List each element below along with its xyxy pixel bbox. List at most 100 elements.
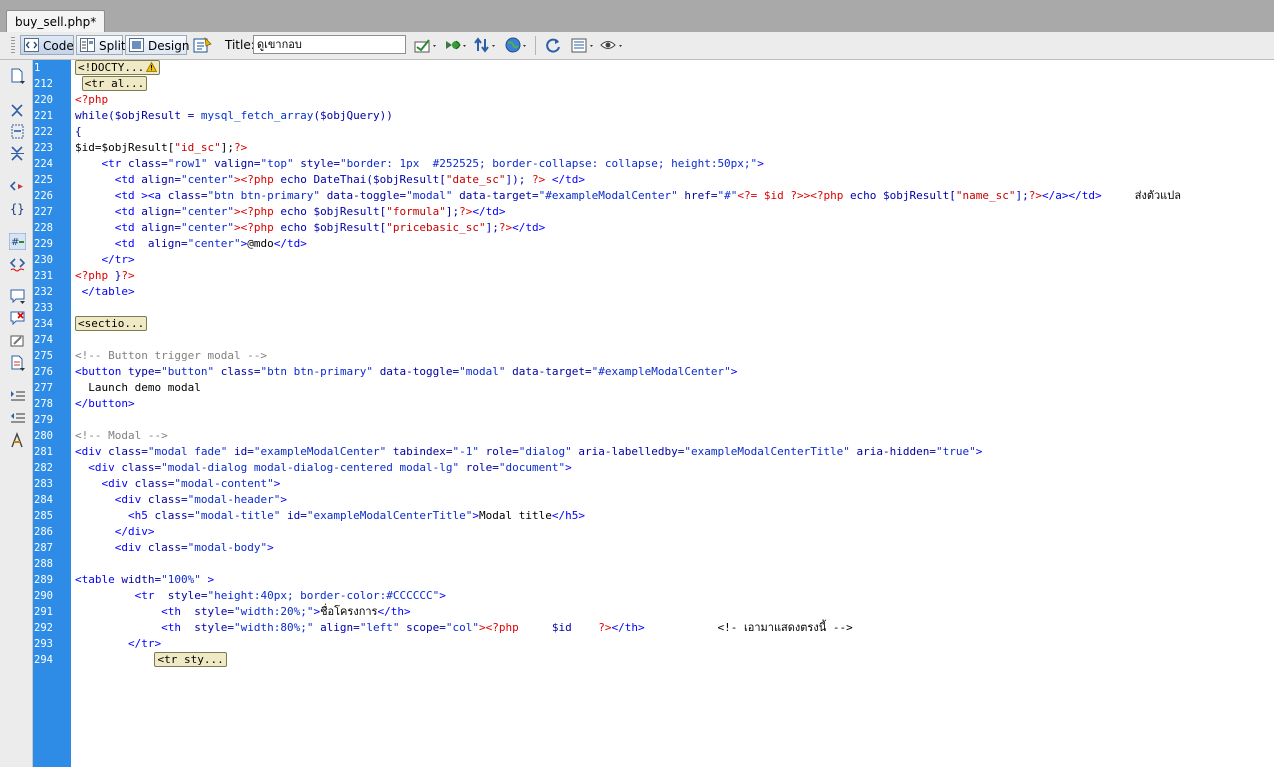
code-token: class= [134, 477, 175, 490]
code-token: style= [300, 157, 340, 170]
code-token: </td> [472, 205, 506, 218]
code-view-button[interactable]: Code [20, 35, 74, 55]
code-line-230: </tr> [75, 252, 134, 268]
title-input[interactable]: ดูเขากอบ [253, 35, 406, 54]
apply-comment-icon[interactable] [9, 288, 26, 305]
code-token: <!-- Modal --> [75, 429, 168, 442]
code-token: valign= [214, 157, 261, 170]
balance-braces-icon[interactable]: {} [9, 200, 26, 217]
code-token: mysql_fetch_array [200, 109, 314, 122]
line-number: 1 [34, 62, 41, 74]
title-label: Title: [225, 38, 255, 52]
code-token: "pricebasic_sc" [386, 221, 486, 234]
code-token: data-toggle= [379, 365, 460, 378]
outdent-code-icon[interactable] [9, 410, 26, 427]
line-number: 230 [34, 254, 53, 266]
code-token: ]; [1015, 189, 1029, 202]
expand-all-icon[interactable] [9, 145, 26, 162]
globe-preview-icon[interactable] [503, 36, 529, 55]
indent-code-icon[interactable] [9, 388, 26, 405]
code-token: "width:20%;" [233, 605, 314, 618]
select-parent-tag-icon[interactable] [9, 178, 26, 195]
code-token: ?> [121, 269, 135, 282]
code-token: $id=$objResult[ [75, 141, 175, 154]
line-numbers-icon[interactable]: # [9, 233, 26, 250]
collapsed-code-block[interactable]: <tr al... [81, 76, 148, 91]
line-number: 275 [34, 350, 53, 362]
collapsed-code-block[interactable]: <tr sty... [154, 652, 227, 667]
code-line-290: <tr style="height:40px; border-color:#CC… [75, 588, 446, 604]
code-token: "modal-body" [187, 541, 268, 554]
design-view-button[interactable]: Design [125, 35, 190, 55]
code-token: </td> [273, 237, 307, 250]
code-token: ><?php [233, 221, 281, 234]
line-number: 233 [34, 302, 53, 314]
split-view-button[interactable]: Split [76, 35, 126, 55]
wrap-tag-icon[interactable] [9, 333, 26, 350]
line-number: 281 [34, 446, 53, 458]
refresh-design-view-icon[interactable] [472, 36, 498, 55]
code-token: class= [121, 461, 162, 474]
view-options-icon[interactable] [570, 36, 596, 55]
code-token: "exampleModalCenterTitle" [684, 445, 857, 458]
line-number: 278 [34, 398, 53, 410]
code-line-287: <div class="modal-body"> [75, 540, 274, 556]
code-token: "center" [187, 237, 241, 250]
code-token: > [273, 477, 281, 490]
code-line-292: <th style="width:80%;" align="left" scop… [75, 620, 853, 636]
line-number: 228 [34, 222, 53, 234]
line-number: 231 [34, 270, 53, 282]
code-token: ]; [445, 205, 460, 218]
refresh-icon[interactable] [543, 36, 565, 55]
code-token: > [565, 461, 572, 474]
code-token: "center" [180, 221, 234, 234]
code-line-283: <div class="modal-content"> [75, 476, 280, 492]
document-tab[interactable]: buy_sell.php* [6, 10, 106, 33]
code-token: > [439, 589, 446, 602]
code-token: "date_sc" [445, 173, 506, 186]
code-line-224: <tr class="row1" valign="top" style="bor… [75, 156, 763, 172]
code-token: ><?php [479, 621, 519, 634]
remove-comment-icon[interactable] [9, 310, 26, 327]
visual-aids-icon[interactable] [599, 36, 625, 55]
file-management-icon[interactable] [413, 36, 439, 55]
format-source-code-icon[interactable] [9, 432, 26, 449]
code-token: </th> [611, 621, 645, 634]
code-view-label: Code [43, 39, 74, 53]
collapse-selection-icon[interactable] [9, 123, 26, 140]
code-token: id= [233, 445, 254, 458]
line-number: 225 [34, 174, 53, 186]
code-token: "modal-content" [174, 477, 274, 490]
code-token: <td [75, 237, 148, 250]
recent-snippets-icon[interactable] [9, 355, 26, 372]
toolbar-grip[interactable] [11, 37, 15, 55]
highlight-invalid-code-icon[interactable] [9, 256, 26, 273]
open-documents-icon[interactable] [9, 68, 26, 85]
code-token: ($objQuery)) [313, 109, 393, 122]
code-token: </table> [75, 285, 135, 298]
code-line-226: <td ><a class="btn btn-primary" data-tog… [75, 188, 1181, 204]
code-token: "border: 1px #252525; border-collapse: c… [339, 157, 758, 170]
code-line-1: <!DOCTY... [75, 60, 161, 76]
preview-browser-icon[interactable] [443, 36, 469, 55]
line-number: 234 [34, 318, 53, 330]
code-token: > [280, 493, 287, 506]
design-view-label: Design [148, 39, 190, 53]
collapse-full-tag-icon[interactable] [9, 102, 26, 119]
code-token: align= [147, 237, 188, 250]
code-token: echo $objResult[ [280, 205, 387, 218]
live-view-icon[interactable] [192, 36, 214, 55]
code-token: </a></td> [1042, 189, 1102, 202]
code-token: <tr [75, 157, 128, 170]
code-token: "btn btn-primary" [207, 189, 327, 202]
code-token: class= [147, 541, 188, 554]
collapsed-code-block[interactable]: <sectio... [75, 316, 148, 331]
code-view-icon [24, 38, 39, 52]
code-line-289: <table width="100%" > [75, 572, 214, 588]
line-number: 212 [34, 78, 53, 90]
code-token: ส่งตัวแปล [1101, 189, 1181, 202]
code-token: class= [167, 189, 208, 202]
code-token: "width:80%;" [233, 621, 321, 634]
collapsed-code-block[interactable]: <!DOCTY... [75, 60, 161, 75]
warning-icon [146, 62, 158, 72]
